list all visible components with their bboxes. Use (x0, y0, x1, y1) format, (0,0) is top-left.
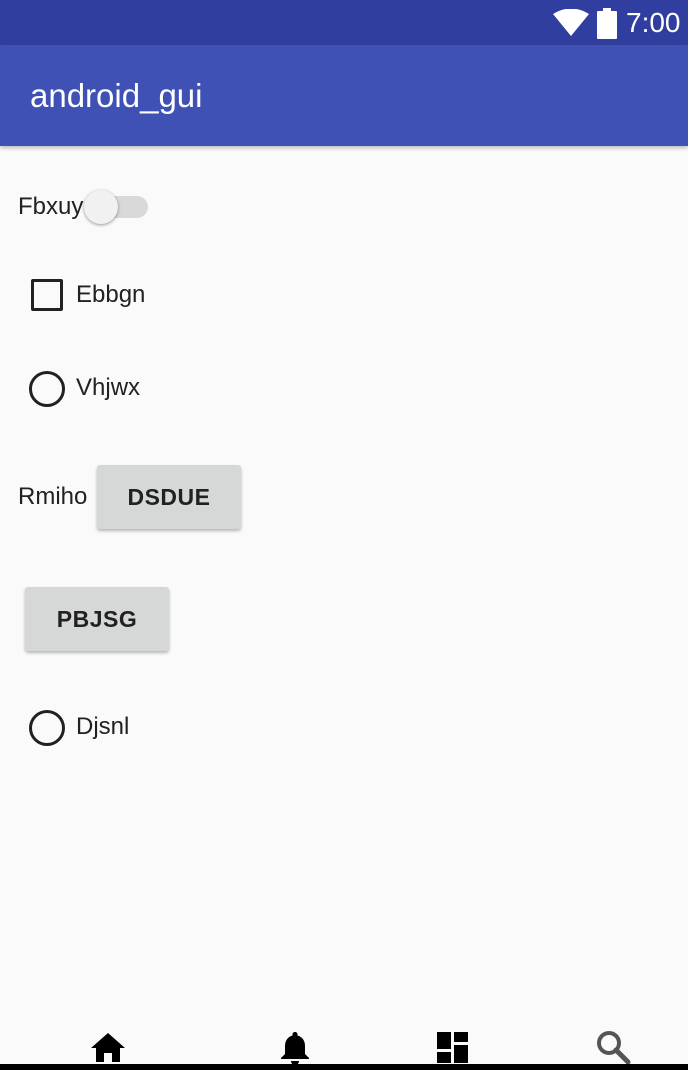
app-bar: android_gui (0, 45, 688, 146)
battery-icon (597, 8, 617, 39)
radio-button-djsnl[interactable] (29, 710, 65, 746)
checkbox[interactable] (31, 279, 63, 311)
toggle-switch[interactable] (84, 190, 150, 224)
home-icon[interactable] (89, 1028, 127, 1066)
switch-label: Fbxuy (18, 193, 84, 220)
status-bar: 7:00 (0, 0, 688, 45)
bell-icon[interactable] (276, 1028, 314, 1066)
app-title: android_gui (30, 77, 203, 114)
wifi-icon (553, 9, 589, 36)
radio-button-vhjwx[interactable] (29, 371, 65, 407)
pbjsg-button[interactable]: PBJSG (25, 587, 169, 651)
dashboard-icon[interactable] (434, 1028, 472, 1066)
status-time: 7:00 (626, 7, 681, 38)
navigation-bar-edge (0, 1064, 688, 1070)
switch-thumb (84, 190, 118, 224)
bottom-navigation (0, 1020, 688, 1070)
radio-label-vhjwx[interactable]: Vhjwx (76, 373, 140, 403)
button-row-label: Rmiho (18, 483, 88, 510)
dsdue-button[interactable]: DSDUE (97, 465, 241, 529)
search-icon[interactable] (594, 1028, 632, 1066)
checkbox-label[interactable]: Ebbgn (76, 280, 145, 310)
screen: 7:00 android_gui Fbxuy Ebbgn Vhjwx Rmiho… (0, 0, 688, 1070)
radio-label-djsnl[interactable]: Djsnl (76, 712, 129, 742)
